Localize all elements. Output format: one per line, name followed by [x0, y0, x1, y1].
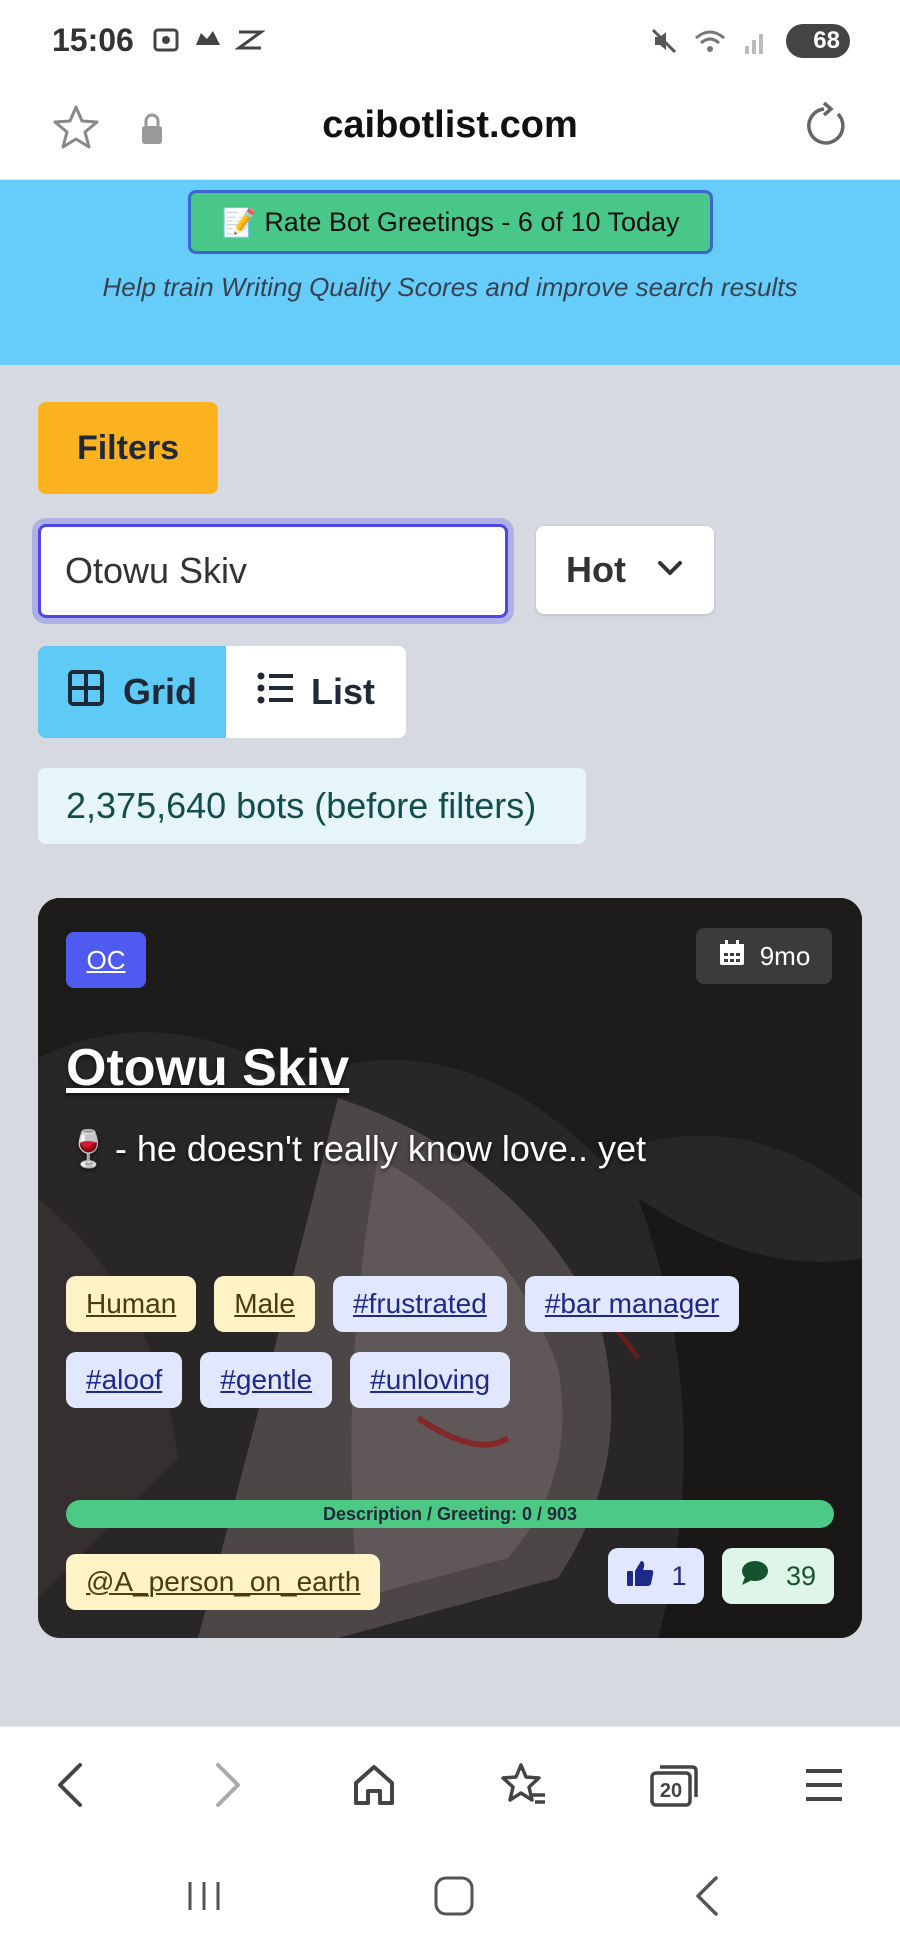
tag-aloof[interactable]: #aloof	[66, 1352, 183, 1408]
likes-button[interactable]: 1	[608, 1548, 704, 1604]
memo-icon: 📝	[221, 206, 257, 238]
author-link[interactable]: @A_person_on_earth	[66, 1554, 381, 1610]
game-icon	[192, 24, 224, 56]
browser-toolbar: 20	[0, 1726, 900, 1838]
wifi-icon	[694, 25, 726, 57]
view-grid-label: Grid	[122, 671, 197, 712]
status-time: 15:06	[52, 22, 134, 58]
system-back-icon[interactable]	[680, 1868, 736, 1924]
tag-male[interactable]: Male	[214, 1276, 315, 1332]
wine-glass-icon: 🍷	[66, 1128, 111, 1169]
search-input-value: Otowu Skiv	[65, 550, 248, 591]
bot-count: 2,375,640 bots (before filters)	[38, 768, 586, 844]
rate-greetings-button[interactable]: 📝 Rate Bot Greetings - 6 of 10 Today	[188, 190, 713, 254]
url-bar: caibotlist.com	[0, 84, 900, 180]
tab-count: 20	[660, 1780, 682, 1802]
calendar-icon	[718, 939, 746, 974]
sort-select[interactable]: Hot	[536, 526, 714, 614]
oc-badge[interactable]: OC	[66, 932, 146, 988]
bot-description: 🍷 - he doesn't really know love.. yet	[66, 1128, 646, 1170]
home-icon[interactable]	[346, 1757, 402, 1813]
filters-button[interactable]: Filters	[38, 402, 218, 494]
mute-icon	[648, 25, 680, 57]
rate-greetings-label: Rate Bot Greetings - 6 of 10 Today	[264, 206, 680, 237]
tag-bar-manager[interactable]: #bar manager	[524, 1276, 740, 1332]
comments-button[interactable]: 39	[722, 1548, 834, 1604]
status-icons-right: 68	[648, 24, 850, 58]
grid-icon	[67, 669, 105, 716]
bookmarks-icon[interactable]	[496, 1757, 552, 1813]
bot-title[interactable]: Otowu Skiv	[66, 1038, 349, 1098]
battery-icon: 68	[786, 24, 850, 58]
tag-unloving[interactable]: #unloving	[350, 1352, 511, 1408]
search-input[interactable]: Otowu Skiv	[38, 524, 508, 618]
view-list-label: List	[310, 671, 375, 712]
screenshot-icon	[150, 24, 182, 56]
greeting-progress-bar: Description / Greeting: 0 / 903	[66, 1500, 834, 1528]
url-text[interactable]: caibotlist.com	[0, 104, 900, 147]
view-toggle: Grid List	[38, 646, 406, 738]
age-badge: 9mo	[696, 928, 832, 984]
view-grid-button[interactable]: Grid	[38, 646, 226, 738]
status-bar: 15:06 68	[0, 0, 900, 84]
likes-count: 1	[671, 1560, 687, 1591]
list-icon	[257, 671, 295, 714]
tabs-icon[interactable]: 20	[646, 1757, 702, 1813]
thumbs-up-icon	[625, 1558, 655, 1595]
comment-icon	[740, 1559, 770, 1594]
app-icon	[234, 24, 266, 56]
signal-icon	[740, 25, 772, 57]
status-icons-left	[150, 24, 266, 56]
home-button-icon[interactable]	[426, 1868, 482, 1924]
age-text: 9mo	[759, 940, 811, 971]
system-nav-bar	[0, 1838, 900, 1950]
back-arrow-icon[interactable]	[44, 1757, 100, 1813]
reload-icon[interactable]	[798, 100, 850, 157]
banner-subtitle: Help train Writing Quality Scores and im…	[102, 272, 798, 302]
battery-level: 68	[813, 27, 840, 54]
view-list-button[interactable]: List	[226, 646, 406, 738]
chevron-down-icon	[656, 549, 684, 591]
forward-arrow-icon[interactable]	[198, 1757, 254, 1813]
tag-list: Human Male #frustrated #bar manager #alo…	[66, 1276, 826, 1408]
tag-human[interactable]: Human	[66, 1276, 197, 1332]
rate-banner: 📝 Rate Bot Greetings - 6 of 10 Today Hel…	[0, 180, 900, 365]
tag-gentle[interactable]: #gentle	[200, 1352, 333, 1408]
comments-count: 39	[785, 1560, 817, 1591]
bot-description-text: - he doesn't really know love.. yet	[114, 1128, 646, 1169]
sort-selected-value: Hot	[566, 549, 626, 590]
bot-card[interactable]: OC 9mo Otowu Skiv 🍷 - he doesn't really …	[38, 898, 862, 1638]
recent-apps-icon[interactable]	[176, 1868, 232, 1924]
tag-frustrated[interactable]: #frustrated	[332, 1276, 507, 1332]
menu-icon[interactable]	[796, 1757, 852, 1813]
